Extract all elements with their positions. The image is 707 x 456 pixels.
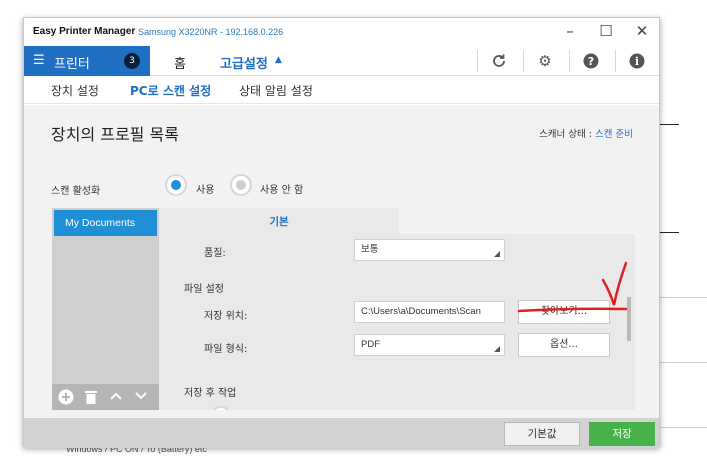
red-annotation-mark: [517, 261, 628, 313]
